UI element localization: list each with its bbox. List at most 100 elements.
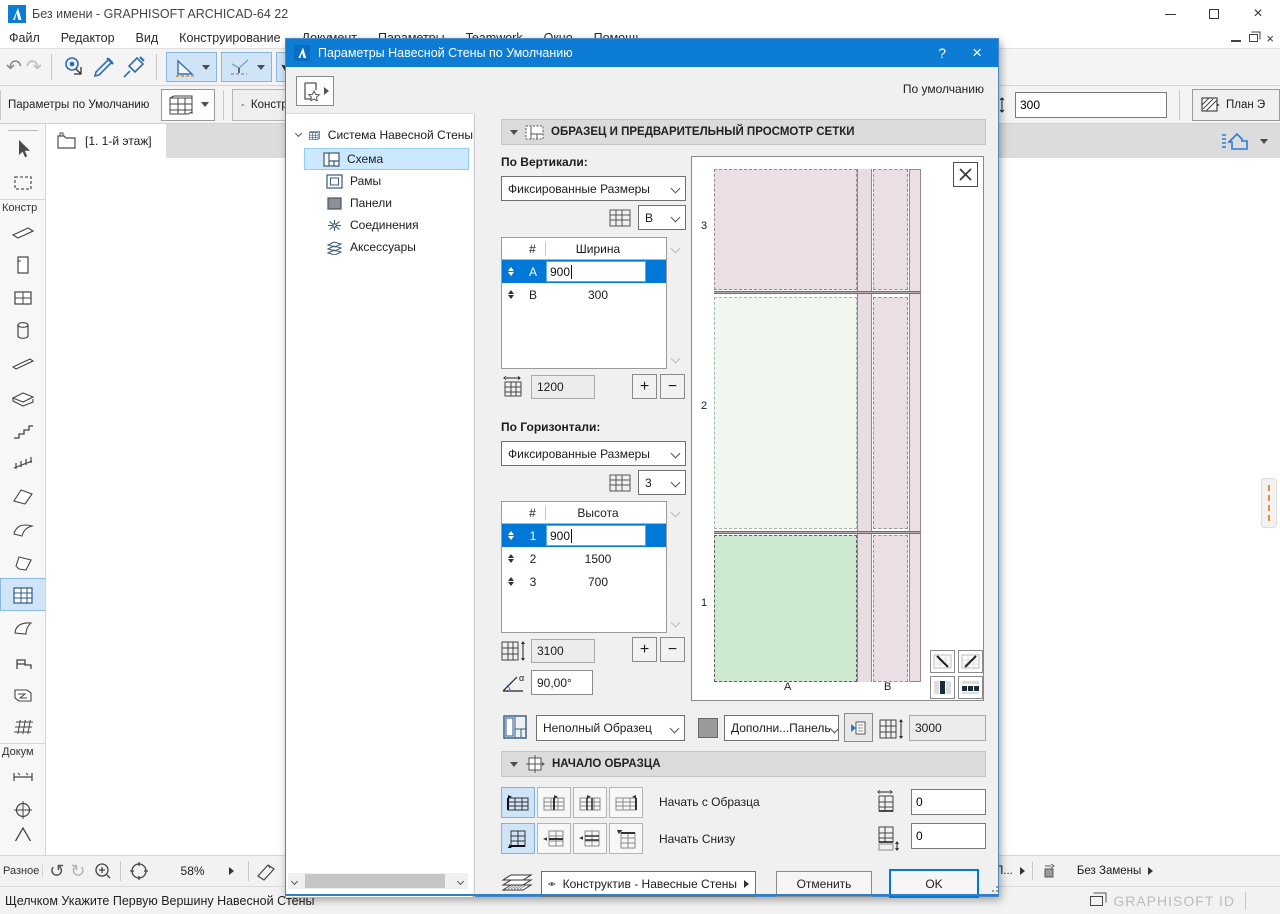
section-header-pattern-origin[interactable]: НАЧАЛО ОБРАЗЦА [501,751,986,777]
offset-input[interactable] [1015,92,1167,118]
snap-dropdown-arrow[interactable] [257,65,265,70]
tree-root[interactable]: Система Навесной Стены [286,124,473,146]
table-row[interactable]: A 900 [502,260,666,283]
eyedropper-icon[interactable] [91,54,117,80]
snap-button[interactable] [221,52,272,82]
tree-item-junctions[interactable]: Соединения [286,214,473,236]
start-pattern-option-3[interactable] [573,787,607,818]
guide-dropdown-arrow[interactable] [202,65,210,70]
height-edit-field[interactable]: 900 [546,525,646,546]
tree-item-panels[interactable]: Панели [286,192,473,214]
row-drag-handle[interactable] [508,267,514,276]
tree-item-scheme[interactable]: Схема [304,148,469,170]
horizontal-table-scroll-up[interactable] [671,508,681,518]
dialog-help-button[interactable]: ? [938,45,946,61]
panel-a2[interactable] [714,297,857,529]
start-pattern-option-2[interactable] [537,787,571,818]
dome-tool[interactable] [0,611,46,644]
start-pattern-option-1-selected[interactable] [501,787,535,818]
preview-diagonal2-button[interactable] [958,650,983,673]
row-drag-handle[interactable] [508,577,514,586]
window-close-button[interactable]: × [1236,1,1280,27]
preview-close-button[interactable] [953,162,978,187]
collapse-arrow[interactable] [510,762,518,767]
grid-preview-area[interactable]: 3 2 1 A B [691,156,984,701]
morph-tool[interactable] [0,545,46,578]
dialog-resize-grip[interactable] [992,890,994,892]
undo-button[interactable]: ↶ [6,56,22,79]
vertical-add-button[interactable]: + [632,374,657,399]
table-row[interactable]: 3 700 [502,570,666,593]
panel-b2[interactable] [873,297,908,529]
start-bottom-option-3[interactable] [573,823,607,854]
offset-x-input[interactable] [911,789,986,815]
infill-mode-dropdown[interactable]: Неполный Образец [536,715,685,741]
zone-tool[interactable] [0,677,46,710]
boundary-frame-right[interactable] [909,169,921,682]
preview-diagonal1-button[interactable] [930,650,955,673]
mdi-minimize-button[interactable] [1231,34,1241,42]
tree-hscrollbar[interactable] [288,873,468,889]
nav-back-button[interactable]: ↺ [49,861,64,882]
mullion-horizontal[interactable] [714,291,921,294]
pick-up-parameters-icon[interactable] [61,54,87,80]
roof-tool[interactable] [0,479,46,512]
beam-tool[interactable] [0,347,46,380]
dimension-tool[interactable] [0,759,46,792]
guide-lines-button[interactable] [166,52,217,82]
shell-tool[interactable] [0,512,46,545]
curtain-wall-tool[interactable] [0,578,46,611]
preview-columns-button[interactable] [930,676,955,699]
row-drag-handle[interactable] [508,531,514,540]
row-drag-handle[interactable] [508,290,514,299]
mullion-vertical[interactable] [857,169,872,682]
marquee-tool[interactable] [0,166,46,199]
table-row[interactable]: 1 900 [502,524,666,547]
layer-menu-arrow[interactable] [744,880,749,888]
stair-tool[interactable] [0,413,46,446]
tool-settings-button[interactable] [161,89,215,121]
horizontal-count-dropdown[interactable]: 3 [638,470,686,495]
railing-tool[interactable] [0,446,46,479]
row-drag-handle[interactable] [508,554,514,563]
preview-rows-button[interactable] [958,676,983,699]
column-tool[interactable] [0,314,46,347]
zoom-level[interactable]: 58% [181,864,205,878]
width-edit-field[interactable]: 900 [546,261,646,282]
mesh-tool[interactable] [0,710,46,743]
start-bottom-option-2[interactable] [537,823,571,854]
vertical-remove-button[interactable]: − [660,374,685,399]
scroll-left-arrow[interactable] [291,877,298,884]
object-tool[interactable] [0,644,46,677]
syringe-icon[interactable] [121,54,147,80]
section-header-grid-preview[interactable]: ОБРАЗЕЦ И ПРЕДВАРИТЕЛЬНЫЙ ПРОСМОТР СЕТКИ [501,119,986,145]
window-stack-icon[interactable] [1090,896,1103,906]
dialog-close-button[interactable]: × [972,43,982,63]
panel-a3[interactable] [714,169,857,290]
dialog-titlebar[interactable]: Параметры Навесной Стены по Умолчанию ? … [286,39,998,67]
plan-cut-button[interactable]: План Э [1192,89,1280,121]
panel-b3[interactable] [873,169,908,290]
window-tool[interactable] [0,281,46,314]
transfer-settings-button[interactable] [844,713,873,742]
override-label[interactable]: Без Замены [1077,865,1141,877]
menu-file[interactable]: Файл [9,31,40,45]
scroll-thumb[interactable] [305,874,445,888]
mdi-restore-button[interactable] [1249,34,1258,42]
vertical-scheme-dropdown[interactable]: Фиксированные Размеры [501,176,686,201]
fit-in-window-icon[interactable] [127,860,151,882]
table-row[interactable]: B 300 [502,283,666,306]
nav-forward-button[interactable]: ↻ [70,861,85,882]
floor-tab[interactable]: [1. 1-й этаж] [46,124,166,158]
horizontal-scheme-dropdown[interactable]: Фиксированные Размеры [501,441,686,466]
zoom-menu-arrow[interactable] [229,867,234,875]
start-pattern-option-4[interactable] [609,787,643,818]
navigator-house-icon[interactable] [1220,130,1254,152]
tree-expand-chevron[interactable] [295,130,302,137]
start-bottom-option-1-selected[interactable] [501,823,535,854]
angle-dimension-tool[interactable] [0,825,46,841]
vertical-count-dropdown[interactable]: B [638,205,686,230]
mdi-close-button[interactable]: × [1266,31,1274,46]
mullion-horizontal[interactable] [714,531,921,534]
pen-set-arrow[interactable] [1020,867,1025,875]
